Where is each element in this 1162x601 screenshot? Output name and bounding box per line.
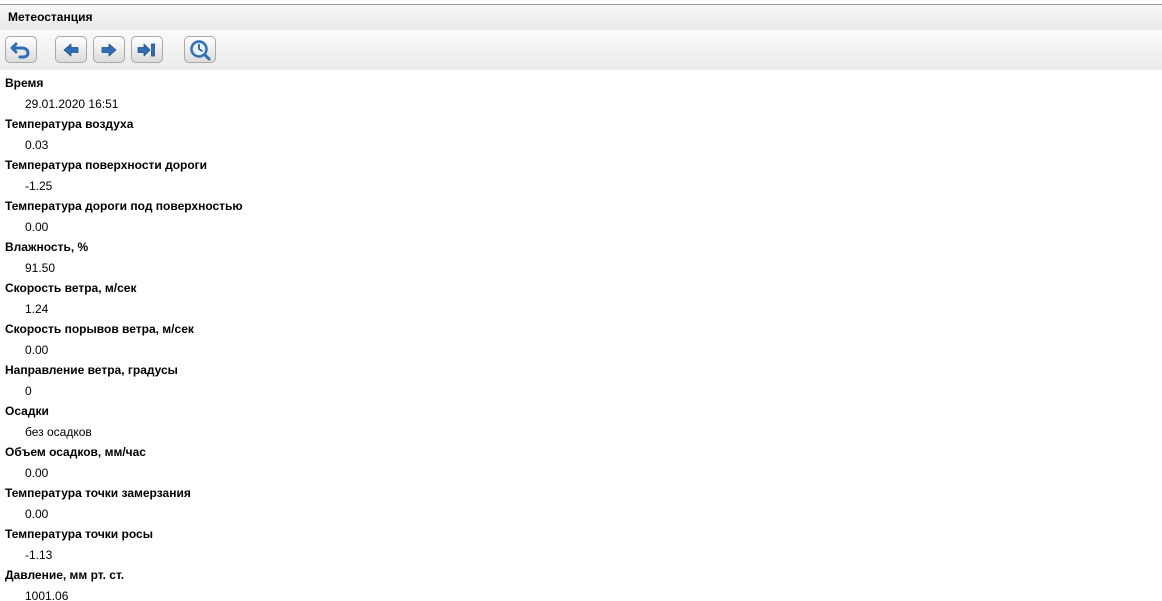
reading-row: Скорость порывов ветра, м/сек 0.00 xyxy=(0,320,1162,361)
reading-row: Осадки без осадков xyxy=(0,402,1162,443)
undo-button[interactable] xyxy=(5,36,37,63)
field-value: 0.00 xyxy=(25,507,49,521)
history-button[interactable] xyxy=(184,36,216,63)
field-label: Давление, мм рт. ст. xyxy=(5,568,125,582)
field-label: Температура поверхности дороги xyxy=(5,158,208,172)
field-value: 91.50 xyxy=(25,261,56,275)
arrow-right-icon xyxy=(100,42,118,58)
station-readings: Время 29.01.2020 16:51 Температура возду… xyxy=(0,70,1162,601)
field-label: Время xyxy=(5,76,44,90)
reading-row: Направление ветра, градусы 0 xyxy=(0,361,1162,402)
field-label: Скорость порывов ветра, м/сек xyxy=(5,322,194,336)
reading-row: Влажность, % 91.50 xyxy=(0,238,1162,279)
field-value: 0.00 xyxy=(25,343,49,357)
arrow-to-end-icon xyxy=(137,42,157,58)
arrow-left-icon xyxy=(62,42,80,58)
field-value: 0.03 xyxy=(25,138,49,152)
clock-magnifier-icon xyxy=(189,39,211,61)
field-value: -1.13 xyxy=(25,548,53,562)
next-button[interactable] xyxy=(93,36,125,63)
toolbar xyxy=(0,30,1162,70)
field-value: 1.24 xyxy=(25,302,49,316)
field-value: 29.01.2020 16:51 xyxy=(25,97,119,111)
field-value: 0 xyxy=(25,384,32,398)
field-label: Температура точки росы xyxy=(5,527,153,541)
reading-row: Скорость ветра, м/сек 1.24 xyxy=(0,279,1162,320)
field-label: Влажность, % xyxy=(5,240,89,254)
title-bar: Метеостанция xyxy=(0,5,1162,30)
reading-row: Температура точки замерзания 0.00 xyxy=(0,484,1162,525)
undo-arrow-icon xyxy=(10,40,32,60)
field-label: Температура точки замерзания xyxy=(5,486,191,500)
previous-button[interactable] xyxy=(55,36,87,63)
window-title: Метеостанция xyxy=(8,10,93,24)
field-label: Осадки xyxy=(5,404,49,418)
field-value: 0.00 xyxy=(25,466,49,480)
field-label: Скорость ветра, м/сек xyxy=(5,281,137,295)
field-value: 1001.06 xyxy=(25,589,69,601)
reading-row: Давление, мм рт. ст. 1001.06 xyxy=(0,566,1162,601)
field-label: Температура воздуха xyxy=(5,117,134,131)
reading-row: Время 29.01.2020 16:51 xyxy=(0,74,1162,115)
reading-row: Объем осадков, мм/час 0.00 xyxy=(0,443,1162,484)
reading-row: Температура поверхности дороги -1.25 xyxy=(0,156,1162,197)
last-button[interactable] xyxy=(131,36,163,63)
field-value: -1.25 xyxy=(25,179,53,193)
field-label: Направление ветра, градусы xyxy=(5,363,178,377)
field-value: 0.00 xyxy=(25,220,49,234)
field-label: Температура дороги под поверхностью xyxy=(5,199,243,213)
field-label: Объем осадков, мм/час xyxy=(5,445,146,459)
reading-row: Температура воздуха 0.03 xyxy=(0,115,1162,156)
reading-row: Температура дороги под поверхностью 0.00 xyxy=(0,197,1162,238)
reading-row: Температура точки росы -1.13 xyxy=(0,525,1162,566)
field-value: без осадков xyxy=(25,425,92,439)
weather-station-window: Метеостанция Время 29.01.2020 16:51 Темп… xyxy=(0,0,1162,601)
